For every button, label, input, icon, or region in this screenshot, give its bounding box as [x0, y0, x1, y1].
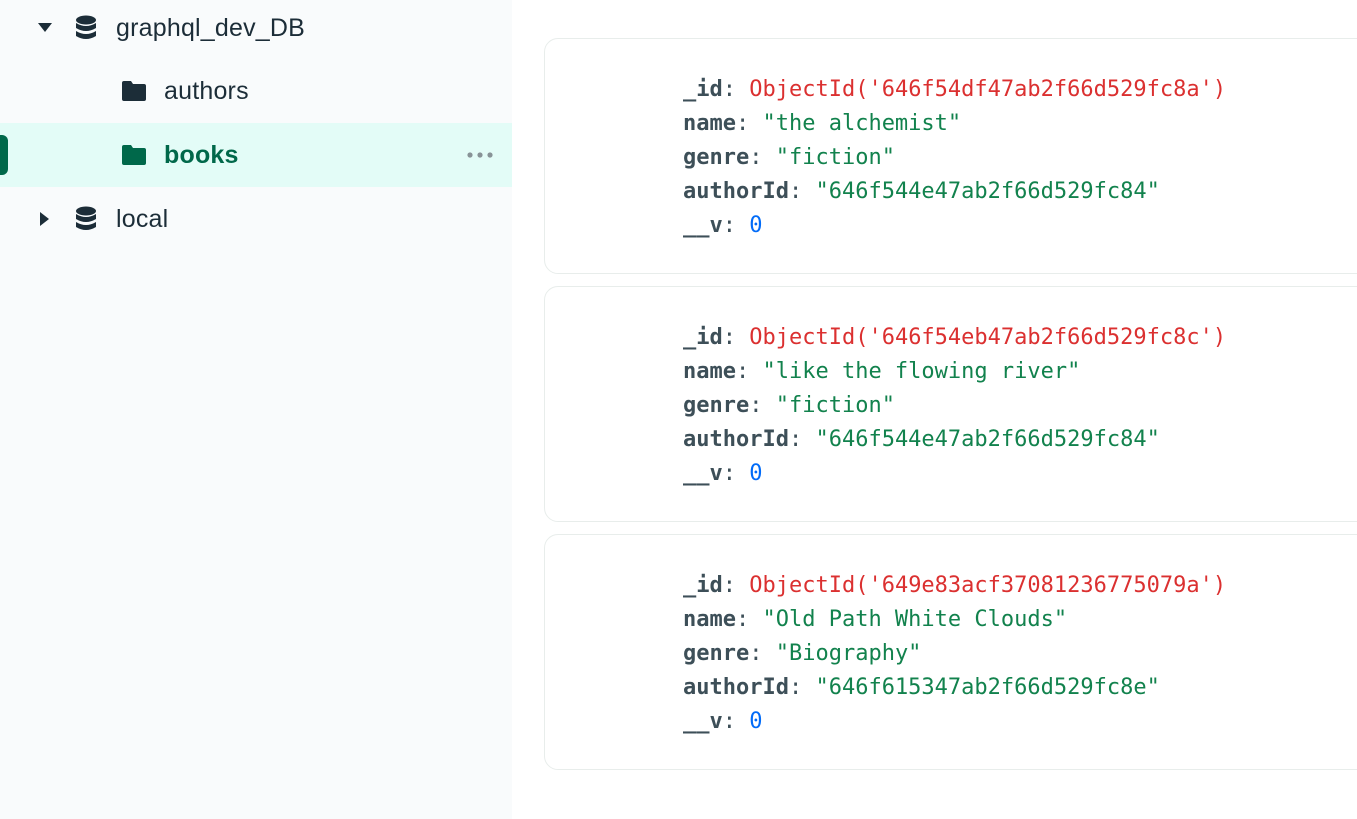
folder-icon	[121, 80, 147, 102]
document-field: name: "the alchemist"	[683, 111, 962, 136]
field-value[interactable]: 0	[749, 709, 762, 734]
field-key[interactable]: name	[683, 607, 736, 632]
field-key[interactable]: genre	[683, 641, 749, 666]
documents-list: _id: ObjectId('646f54df47ab2f66d529fc8a'…	[512, 0, 1357, 819]
database-name: graphql_dev_DB	[116, 13, 306, 42]
document-field: _id: ObjectId('649e83acf37081236775079a'…	[683, 573, 1227, 598]
field-key[interactable]: __v	[683, 461, 723, 486]
sidebar-item-collection-books[interactable]: books	[0, 123, 512, 187]
caret-right-icon[interactable]	[36, 210, 54, 228]
database-icon	[74, 15, 98, 41]
field-key[interactable]: authorId	[683, 427, 789, 452]
document-field: name: "Old Path White Clouds"	[683, 607, 1068, 632]
field-key[interactable]: _id	[683, 325, 723, 350]
field-value[interactable]: "like the flowing river"	[762, 359, 1080, 384]
app-window: graphql_dev_DB authors books local _id: …	[0, 0, 1357, 819]
folder-icon	[121, 144, 147, 166]
active-indicator	[0, 135, 8, 175]
document-field: genre: "Biography"	[683, 641, 922, 666]
field-value[interactable]: "the alchemist"	[762, 111, 961, 136]
more-options-icon[interactable]	[464, 145, 496, 165]
caret-down-icon[interactable]	[36, 19, 54, 37]
field-key[interactable]: _id	[683, 77, 723, 102]
sidebar-navigation: graphql_dev_DB authors books local	[0, 0, 512, 819]
sidebar-item-collection-authors[interactable]: authors	[0, 59, 512, 123]
field-value[interactable]: "646f615347ab2f66d529fc8e"	[815, 675, 1159, 700]
sidebar-item-database-graphql-dev-db[interactable]: graphql_dev_DB	[0, 0, 512, 60]
field-key[interactable]: __v	[683, 709, 723, 734]
field-key[interactable]: name	[683, 359, 736, 384]
field-value[interactable]: "fiction"	[776, 393, 895, 418]
document-card[interactable]: _id: ObjectId('646f54eb47ab2f66d529fc8c'…	[544, 286, 1357, 522]
field-key[interactable]: __v	[683, 213, 723, 238]
document-field: name: "like the flowing river"	[683, 359, 1081, 384]
database-icon	[74, 206, 98, 232]
field-value[interactable]: "Biography"	[776, 641, 922, 666]
document-field: genre: "fiction"	[683, 145, 895, 170]
field-value[interactable]: 0	[749, 461, 762, 486]
field-value[interactable]: "646f544e47ab2f66d529fc84"	[815, 427, 1159, 452]
document-card[interactable]: _id: ObjectId('646f54df47ab2f66d529fc8a'…	[544, 38, 1357, 274]
field-value[interactable]: ObjectId('646f54df47ab2f66d529fc8a')	[749, 77, 1226, 102]
collection-name: books	[164, 140, 239, 169]
database-name: local	[116, 204, 169, 233]
document-field: genre: "fiction"	[683, 393, 895, 418]
field-key[interactable]: _id	[683, 573, 723, 598]
document-field: _id: ObjectId('646f54eb47ab2f66d529fc8c'…	[683, 325, 1227, 350]
field-key[interactable]: authorId	[683, 675, 789, 700]
document-field: __v: 0	[683, 213, 763, 238]
document-card[interactable]: _id: ObjectId('649e83acf37081236775079a'…	[544, 534, 1357, 770]
field-key[interactable]: genre	[683, 145, 749, 170]
field-value[interactable]: "646f544e47ab2f66d529fc84"	[815, 179, 1159, 204]
field-value[interactable]: 0	[749, 213, 762, 238]
field-value[interactable]: ObjectId('646f54eb47ab2f66d529fc8c')	[749, 325, 1226, 350]
document-field: __v: 0	[683, 461, 763, 486]
field-value[interactable]: "Old Path White Clouds"	[762, 607, 1067, 632]
field-value[interactable]: ObjectId('649e83acf37081236775079a')	[749, 573, 1226, 598]
document-field: authorId: "646f615347ab2f66d529fc8e"	[683, 675, 1160, 700]
field-key[interactable]: authorId	[683, 179, 789, 204]
document-field: authorId: "646f544e47ab2f66d529fc84"	[683, 427, 1160, 452]
field-value[interactable]: "fiction"	[776, 145, 895, 170]
sidebar-item-database-local[interactable]: local	[0, 187, 512, 251]
collection-name: authors	[164, 76, 249, 105]
document-field: authorId: "646f544e47ab2f66d529fc84"	[683, 179, 1160, 204]
field-key[interactable]: genre	[683, 393, 749, 418]
field-key[interactable]: name	[683, 111, 736, 136]
document-field: _id: ObjectId('646f54df47ab2f66d529fc8a'…	[683, 77, 1227, 102]
document-field: __v: 0	[683, 709, 763, 734]
